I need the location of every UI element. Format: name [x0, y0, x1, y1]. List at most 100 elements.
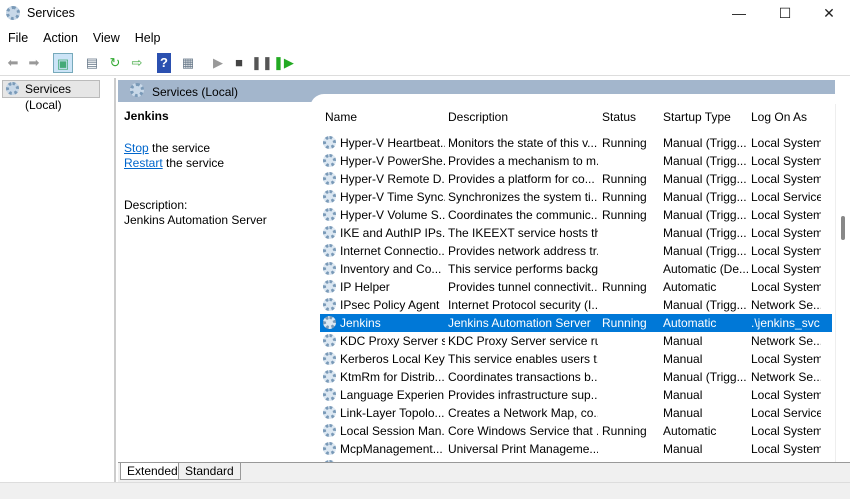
maximize-button[interactable]: ☐ — [762, 0, 808, 27]
service-gear-icon — [323, 226, 336, 239]
service-row[interactable]: Hyper-V Heartbeat... Monitors the state o… — [320, 134, 832, 152]
tab-extended[interactable]: Extended — [120, 463, 185, 480]
column-header-description[interactable]: Description — [448, 110, 508, 124]
start-service-icon[interactable]: ▶ — [208, 53, 228, 73]
cell-description: This service enables users t... — [448, 352, 598, 366]
column-header-status[interactable]: Status — [602, 110, 636, 124]
properties-icon[interactable]: ▤ — [82, 53, 102, 73]
stop-service-link[interactable]: Stop — [124, 141, 149, 155]
service-row[interactable]: Link-Layer Topolo... Creates a Network Ma… — [320, 404, 832, 422]
cell-startup-type: Manual (Trigg... — [663, 244, 747, 258]
menu-help[interactable]: Help — [127, 28, 168, 45]
service-row[interactable]: KDC Proxy Server s...KDC Proxy Server se… — [320, 332, 832, 350]
cell-startup-type: Manual — [663, 406, 703, 420]
resume-service-icon[interactable]: ❚▶ — [273, 53, 294, 73]
forward-arrow-icon[interactable]: ➡ — [24, 53, 44, 73]
cell-status: Running — [602, 172, 647, 186]
refresh-icon[interactable]: ↻ — [105, 53, 125, 73]
service-row[interactable]: IPsec Policy Agent Internet Protocol secu… — [320, 296, 832, 314]
service-row[interactable]: Local Session Man... Core Windows Service… — [320, 422, 832, 440]
cell-status: Running — [602, 136, 647, 150]
tab-standard[interactable]: Standard — [178, 463, 241, 480]
cell-log-on-as: Local System — [751, 154, 821, 168]
menu-file[interactable]: File — [0, 28, 35, 45]
service-row[interactable]: IKE and AuthIP IPs... The IKEEXT service … — [320, 224, 832, 242]
service-detail: Jenkins Stop the service Restart the ser… — [124, 108, 304, 227]
column-header-log-on-as[interactable]: Log On As — [751, 110, 807, 124]
cell-description: KDC Proxy Server service ru... — [448, 334, 598, 348]
cell-description: Universal Print Manageme... — [448, 442, 598, 456]
column-header-startup-type[interactable]: Startup Type — [663, 110, 731, 124]
service-gear-icon — [323, 370, 336, 383]
cell-startup-type: Automatic (De... — [663, 262, 748, 276]
tree-item-services-local[interactable]: Services (Local) — [2, 80, 100, 112]
cell-status: Running — [602, 424, 647, 438]
back-arrow-icon[interactable]: ⬅ — [3, 53, 23, 73]
service-row[interactable]: KtmRm for Distrib... Coordinates transact… — [320, 368, 832, 386]
cell-description: Coordinates the communic... — [448, 208, 598, 222]
cell-name: Kerberos Local Key... — [340, 352, 445, 366]
cell-status: Running — [602, 316, 647, 330]
cell-name: Link-Layer Topolo... — [340, 406, 445, 420]
selected-service-name: Jenkins — [124, 109, 169, 123]
service-gear-icon — [323, 442, 336, 455]
cell-startup-type: Automatic — [663, 424, 717, 438]
service-gear-icon — [323, 316, 336, 329]
menu-bar: File Action View Help — [0, 28, 850, 48]
pause-service-icon[interactable]: ❚❚ — [251, 53, 273, 73]
cell-startup-type: Automatic — [663, 280, 717, 294]
menu-view[interactable]: View — [85, 28, 127, 45]
cell-log-on-as: Local System — [751, 136, 821, 150]
cell-log-on-as: .\jenkins_svc — [751, 316, 820, 330]
cell-log-on-as: Local System — [751, 424, 821, 438]
cell-startup-type: Manual — [663, 352, 703, 366]
cell-name: IP Helper — [340, 280, 390, 294]
cell-startup-type: Manual — [663, 442, 703, 456]
services-gear-icon — [6, 6, 20, 20]
service-row[interactable]: Hyper-V PowerShe... Provides a mechanism … — [320, 152, 832, 170]
help-icon[interactable]: ? — [157, 53, 171, 73]
cell-startup-type: Manual (Trigg... — [663, 370, 747, 384]
cell-name: Inventory and Co... — [340, 262, 442, 276]
service-row[interactable]: Hyper-V Volume S... Coordinates the commu… — [320, 206, 832, 224]
window-title: Services — [27, 6, 75, 20]
export-list-icon[interactable]: ⇨ — [127, 53, 147, 73]
service-gear-icon — [323, 244, 336, 257]
restart-text: the service — [162, 156, 225, 170]
service-row[interactable]: Internet Connectio... Provides network ad… — [320, 242, 832, 260]
cell-description: Provides tunnel connectivit... — [448, 280, 598, 294]
column-header-name[interactable]: Name — [325, 110, 357, 124]
menu-action[interactable]: Action — [35, 28, 85, 45]
cell-log-on-as: Local System — [751, 226, 821, 240]
service-row[interactable]: Hyper-V Remote D... Provides a platform f… — [320, 170, 832, 188]
service-gear-icon — [323, 352, 336, 365]
minimize-button[interactable]: — — [716, 0, 762, 27]
close-button[interactable]: ✕ — [806, 0, 850, 27]
service-gear-icon — [323, 136, 336, 149]
service-row[interactable]: Jenkins Jenkins Automation Server Running A… — [320, 314, 832, 332]
cell-description: Provides network address tr... — [448, 244, 598, 258]
service-row[interactable]: IP Helper Provides tunnel connectivit... R… — [320, 278, 832, 296]
cell-log-on-as: Local System — [751, 388, 821, 402]
cell-description: This service performs backg... — [448, 262, 598, 276]
stop-service-icon[interactable]: ■ — [229, 53, 249, 73]
restart-service-link[interactable]: Restart — [124, 156, 163, 170]
cell-log-on-as: Local System — [751, 280, 821, 294]
service-row[interactable]: Hyper-V Time Sync... Synchronizes the sys… — [320, 188, 832, 206]
pane-title: Services (Local) — [152, 85, 239, 99]
service-row[interactable]: Inventory and Co... This service performs… — [320, 260, 832, 278]
service-gear-icon — [323, 424, 336, 437]
scrollbar-thumb[interactable] — [841, 216, 845, 240]
cell-log-on-as: Local System — [751, 208, 821, 222]
show-hide-tree-icon[interactable]: ▣ — [53, 53, 73, 73]
cell-startup-type: Manual (Trigg... — [663, 136, 747, 150]
toolbar: ⬅ ➡ ▣ ▤ ↻ ⇨ ? ▦ ▶ ■ ❚❚ ❚▶ — [0, 49, 850, 76]
service-row[interactable]: Kerberos Local Key... This service enable… — [320, 350, 832, 368]
console-tree: Services (Local) — [0, 78, 116, 482]
cell-description: Provides infrastructure sup... — [448, 388, 598, 402]
show-pane-icon[interactable]: ▦ — [178, 53, 198, 73]
service-row[interactable]: Language Experien... Provides infrastruct… — [320, 386, 832, 404]
vertical-scrollbar[interactable] — [835, 104, 850, 462]
service-row[interactable]: McpManagement... Universal Print Manageme… — [320, 440, 832, 458]
cell-log-on-as: Local System — [751, 352, 821, 366]
